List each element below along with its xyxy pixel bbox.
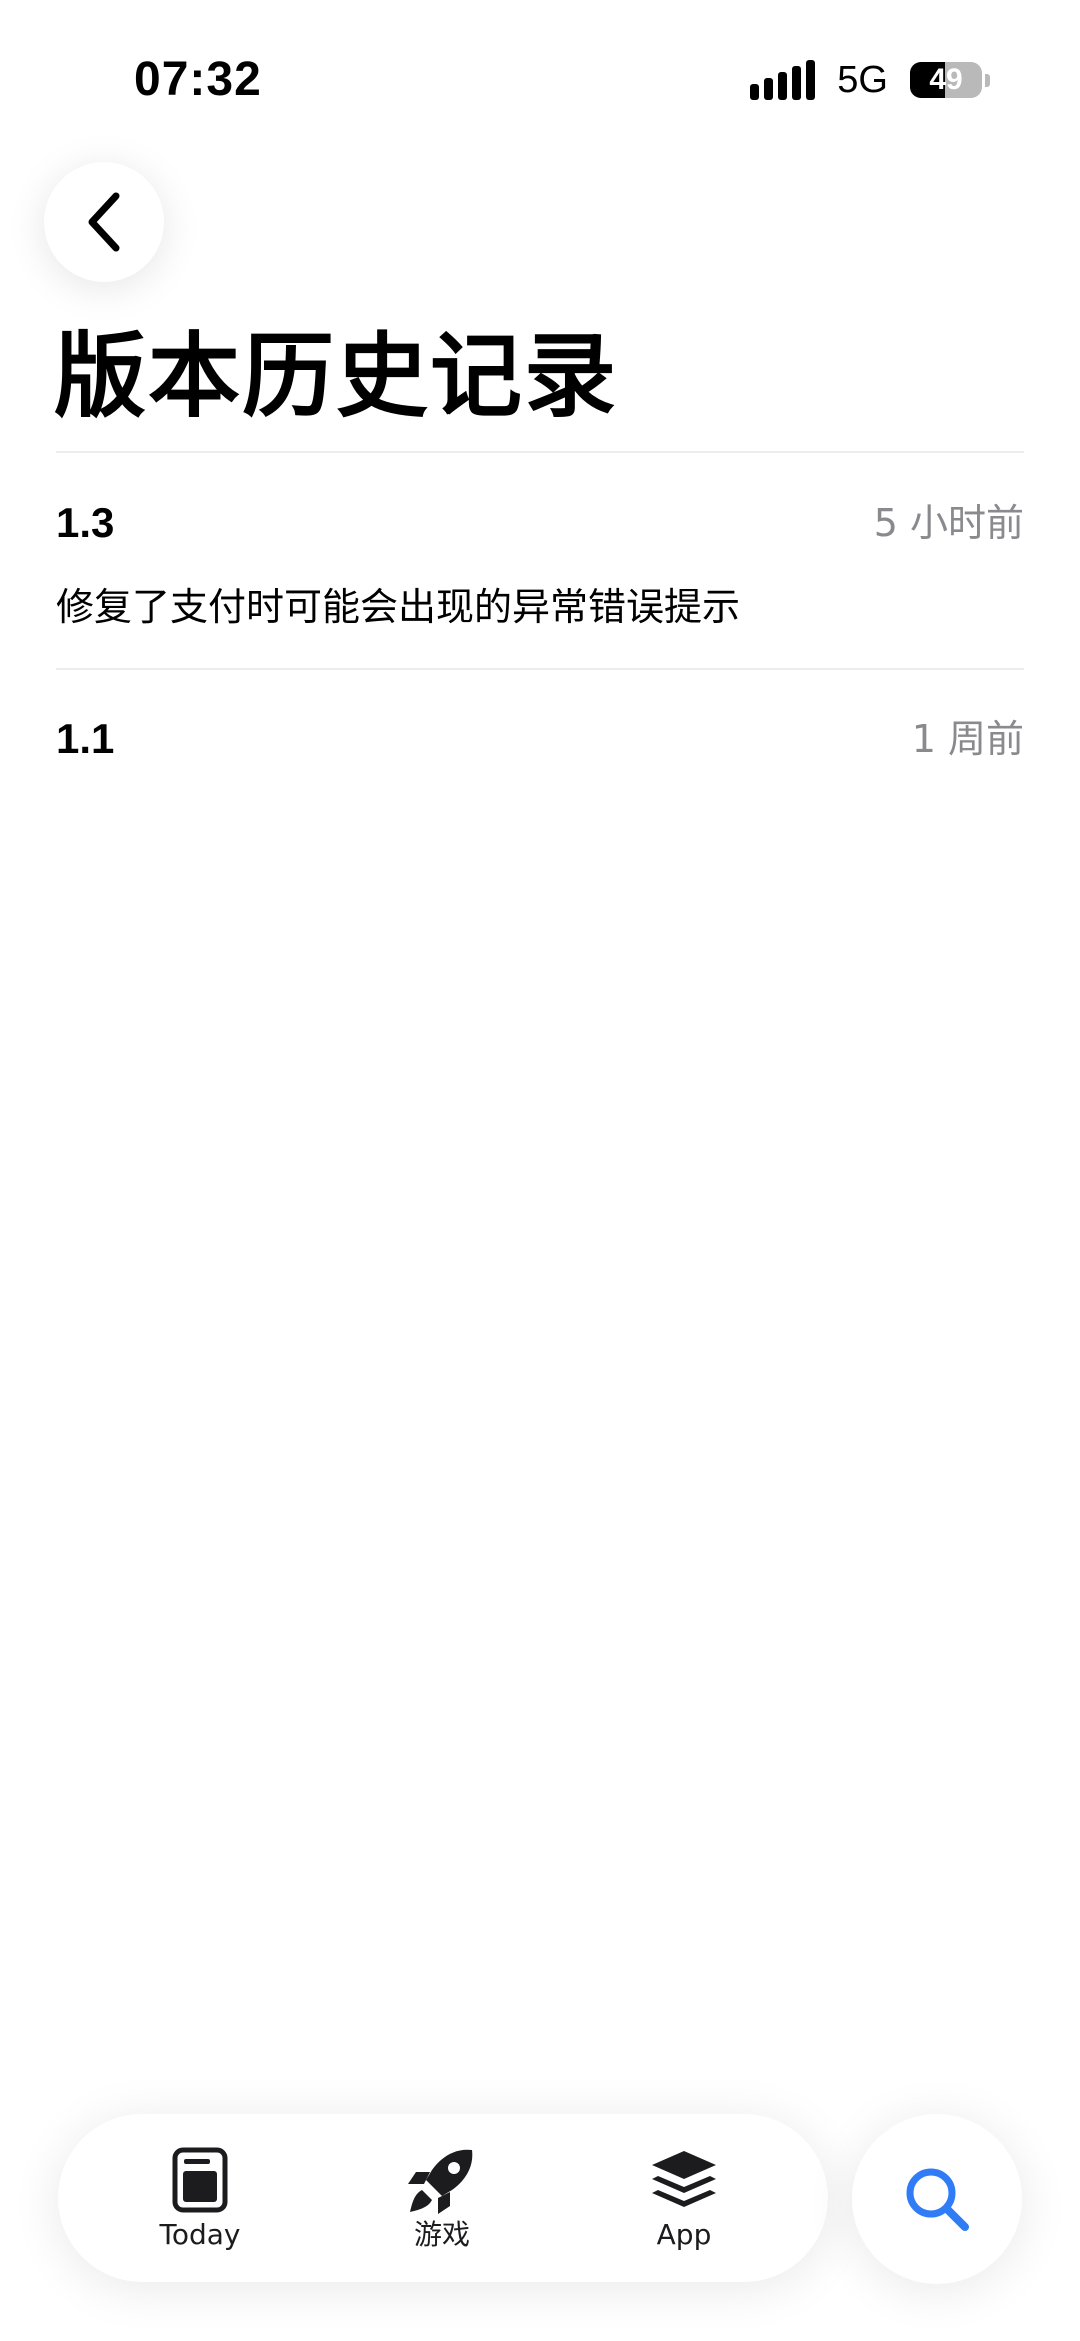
back-button[interactable]	[44, 162, 164, 282]
battery-cap	[985, 73, 990, 87]
version-notes: 修复了支付时可能会出现的异常错误提示	[56, 585, 741, 629]
chevron-left-icon	[88, 192, 120, 252]
status-time: 07:32	[134, 53, 262, 106]
page-title: 版本历史记录	[54, 323, 619, 430]
signal-icon	[750, 60, 816, 100]
battery-level: 49	[929, 63, 963, 96]
battery-icon: 49	[910, 62, 982, 98]
tab-apps[interactable]: App	[594, 2144, 774, 2264]
version-item-1-3: 1.3 5 小时前 修复了支付时可能会出现的异常错误提示	[56, 498, 1024, 629]
version-item-1-1: 1.1 1 周前	[56, 714, 1024, 764]
rocket-icon	[402, 2144, 482, 2216]
tab-today[interactable]: Today	[110, 2144, 290, 2264]
tab-label: App	[656, 2218, 712, 2251]
title-divider	[56, 451, 1024, 453]
tab-games[interactable]: 游戏	[352, 2144, 532, 2264]
status-indicators: 5G 49	[750, 58, 990, 102]
tab-bar: Today 游戏 App	[58, 2114, 828, 2282]
today-icon	[160, 2144, 240, 2216]
tab-label: 游戏	[413, 2218, 470, 2251]
tab-label: Today	[159, 2218, 241, 2251]
version-divider	[56, 668, 1024, 670]
version-date: 5 小时前	[873, 501, 1024, 545]
network-type: 5G	[837, 59, 888, 101]
version-date: 1 周前	[911, 717, 1024, 761]
version-number: 1.3	[56, 499, 115, 546]
version-number: 1.1	[56, 715, 115, 762]
search-button[interactable]	[852, 2114, 1022, 2284]
search-icon	[906, 2168, 969, 2231]
stack-icon	[644, 2144, 724, 2216]
